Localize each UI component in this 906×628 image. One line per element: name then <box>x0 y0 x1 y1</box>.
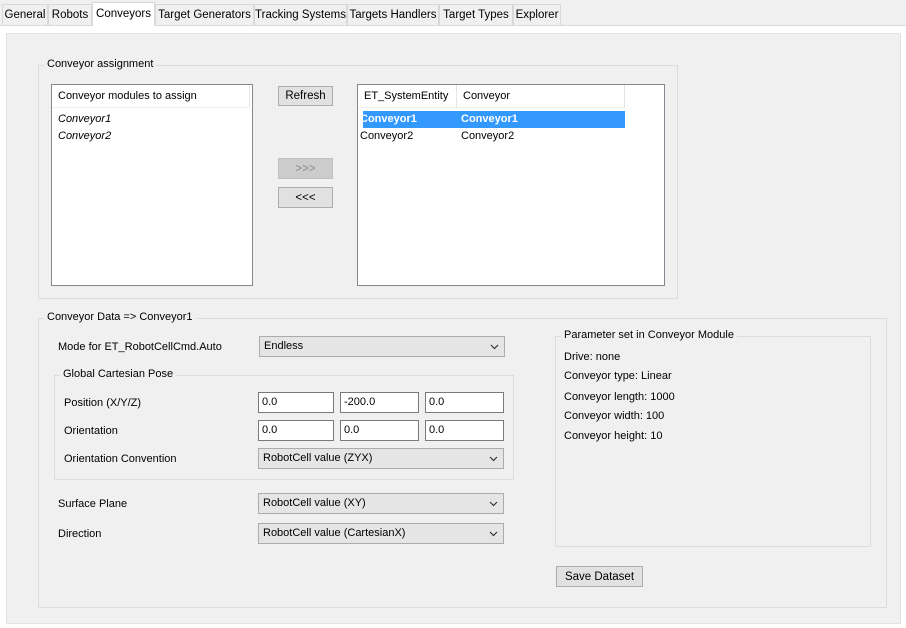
orientation-convention-label: Orientation Convention <box>64 453 177 465</box>
tab-targets-handlers[interactable]: Targets Handlers <box>347 4 439 25</box>
orientation-x-input[interactable]: 0.0 <box>258 420 334 441</box>
orientation-convention-select[interactable]: RobotCell value (ZYX) <box>258 448 504 469</box>
tab-target-generators[interactable]: Target Generators <box>155 4 254 25</box>
direction-value: RobotCell value (CartesianX) <box>263 527 406 539</box>
mode-select-value: Endless <box>264 340 304 352</box>
surface-plane-select[interactable]: RobotCell value (XY) <box>258 493 504 514</box>
global-cartesian-pose-title: Global Cartesian Pose <box>60 368 177 380</box>
save-dataset-button[interactable]: Save Dataset <box>556 566 643 587</box>
chevron-down-icon <box>490 344 499 350</box>
orientation-z-input[interactable]: 0.0 <box>425 420 504 441</box>
tab-general[interactable]: General <box>2 4 48 25</box>
tab-explorer[interactable]: Explorer <box>513 4 561 25</box>
position-z-input[interactable]: 0.0 <box>425 392 504 413</box>
position-x-input[interactable]: 0.0 <box>258 392 334 413</box>
conveyor-data-title: Conveyor Data => Conveyor1 <box>44 311 196 323</box>
modules-list-header: Conveyor modules to assign <box>52 85 250 108</box>
direction-select[interactable]: RobotCell value (CartesianX) <box>258 523 504 544</box>
chevron-down-icon <box>489 501 498 507</box>
orientation-y-input[interactable]: 0.0 <box>340 420 419 441</box>
table-row[interactable]: Conveyor1 Conveyor1 <box>360 111 625 128</box>
param-conveyor-length: Conveyor length: 1000 <box>564 391 675 403</box>
table-row[interactable]: Conveyor2 Conveyor2 <box>360 128 625 145</box>
table-cell-entity: Conveyor2 <box>360 130 414 142</box>
param-conveyor-width: Conveyor width: 100 <box>564 410 665 422</box>
unassign-button[interactable]: <<< <box>278 187 333 208</box>
tab-robots[interactable]: Robots <box>48 4 92 25</box>
parameter-set-title: Parameter set in Conveyor Module <box>561 329 737 341</box>
table-cell-entity: Conveyor1 <box>360 113 417 125</box>
param-drive: Drive: none <box>564 351 621 363</box>
mode-label: Mode for ET_RobotCellCmd.Auto <box>58 341 222 353</box>
refresh-button[interactable]: Refresh <box>278 86 333 106</box>
tab-target-types[interactable]: Target Types <box>439 4 513 25</box>
surface-plane-value: RobotCell value (XY) <box>263 497 366 509</box>
param-conveyor-height: Conveyor height: 10 <box>564 430 663 442</box>
position-label: Position (X/Y/Z) <box>64 397 142 409</box>
table-cell-conveyor: Conveyor2 <box>461 130 515 142</box>
tab-conveyors[interactable]: Conveyors <box>92 2 155 26</box>
assigned-conveyors-table[interactable]: ET_SystemEntity Conveyor Conveyor1 Conve… <box>357 84 665 286</box>
chevron-down-icon <box>489 531 498 537</box>
modules-to-assign-list[interactable]: Conveyor modules to assign Conveyor1 Con… <box>51 84 253 286</box>
list-item[interactable]: Conveyor1 <box>58 111 111 128</box>
mode-select[interactable]: Endless <box>259 336 505 357</box>
tab-bar: General Robots Conveyors Target Generato… <box>0 0 906 26</box>
chevron-down-icon <box>489 456 498 462</box>
orientation-convention-value: RobotCell value (ZYX) <box>263 452 373 464</box>
param-conveyor-type: Conveyor type: Linear <box>564 370 672 382</box>
orientation-label: Orientation <box>64 425 118 437</box>
table-cell-conveyor: Conveyor1 <box>461 113 518 125</box>
surface-plane-label: Surface Plane <box>58 498 128 510</box>
column-header-entity[interactable]: ET_SystemEntity <box>358 85 457 108</box>
position-y-input[interactable]: -200.0 <box>340 392 419 413</box>
column-header-conveyor[interactable]: Conveyor <box>457 85 625 108</box>
tab-tracking-systems[interactable]: Tracking Systems <box>254 4 347 25</box>
conveyor-assignment-title: Conveyor assignment <box>44 58 157 70</box>
assign-button[interactable]: >>> <box>278 158 333 179</box>
list-item[interactable]: Conveyor2 <box>58 128 111 145</box>
direction-label: Direction <box>58 528 102 540</box>
